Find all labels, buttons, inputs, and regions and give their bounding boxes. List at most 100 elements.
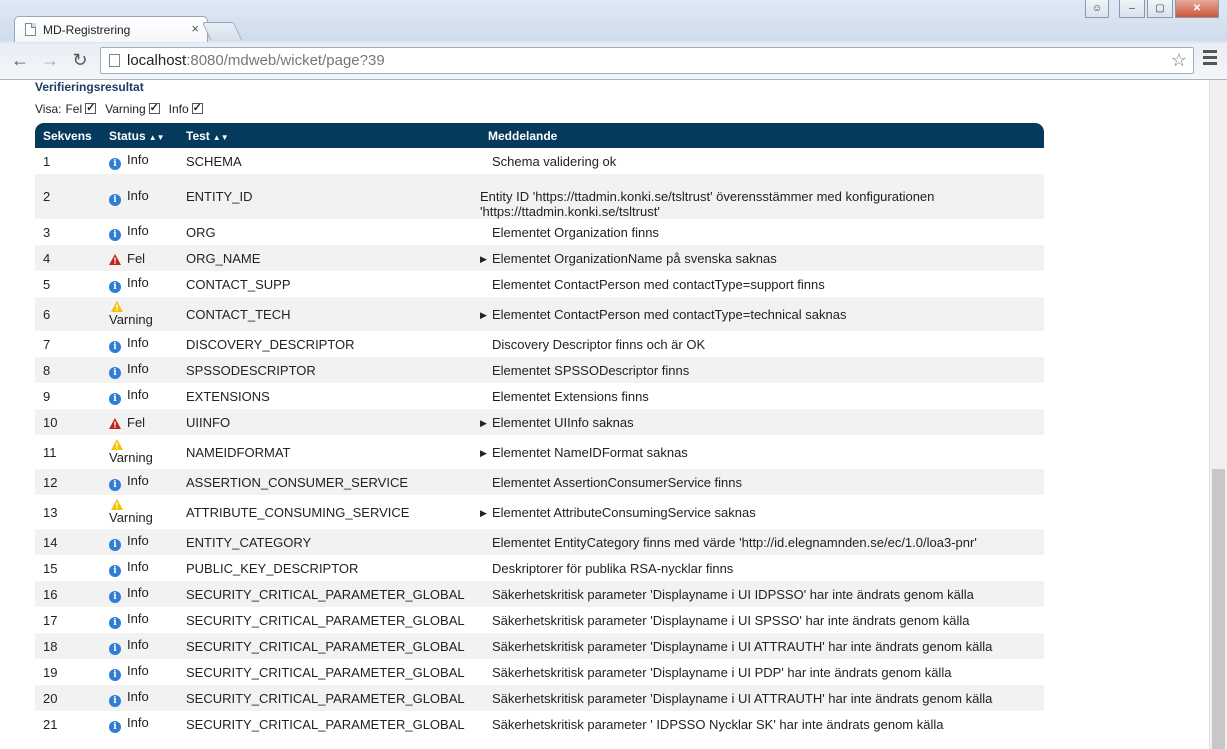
table-row[interactable]: 10 Fel UIINFO ▶ Elementet UIInfo saknas: [35, 409, 1044, 435]
status-text: Varning: [109, 510, 153, 525]
filter-varning-checkbox[interactable]: [148, 101, 160, 114]
status-cell: Fel: [101, 409, 178, 435]
back-button[interactable]: ←: [8, 48, 32, 72]
message-cell[interactable]: ▶ Elementet AttributeConsumingService sak…: [480, 495, 1044, 529]
status-text: Info: [127, 585, 149, 600]
status-cell: i Info: [101, 331, 178, 357]
message-text: Elementet AssertionConsumerService finns: [492, 475, 743, 491]
info-icon: i: [109, 591, 121, 603]
test-cell: SECURITY_CRITICAL_PARAMETER_GLOBAL: [186, 664, 465, 680]
table-row[interactable]: 13 Varning ATTRIBUTE_CONSUMING_SERVICE ▶ Ele…: [35, 495, 1044, 529]
header-seq: Sekvens: [35, 123, 101, 148]
test-cell: ENTITY_ID: [178, 174, 480, 219]
table-row: 15 i Info PUBLIC_KEY_DESCRIPTOR Deskriptorer…: [35, 555, 1044, 581]
seq-cell: 9: [43, 388, 51, 404]
bookmark-star-icon[interactable]: ☆: [1171, 50, 1187, 71]
minimize-button[interactable]: –: [1119, 0, 1145, 18]
table-row[interactable]: 11 Varning NAMEIDFORMAT ▶ Elementet NameIDFo…: [35, 435, 1044, 469]
table-row: 16 i Info SECURITY_CRITICAL_PARAMETER_GLOBA…: [35, 581, 1044, 607]
seq-cell: 3: [43, 224, 51, 240]
error-icon: [109, 253, 121, 265]
test-cell: NAMEIDFORMAT: [186, 444, 291, 460]
expand-arrow-icon[interactable]: ▶: [480, 254, 492, 265]
forward-button[interactable]: →: [38, 48, 62, 72]
expand-arrow-icon[interactable]: ▶: [480, 508, 492, 519]
info-icon: i: [109, 158, 121, 170]
message-cell[interactable]: ▶ Elementet ContactPerson med contactType…: [480, 297, 1044, 331]
status-text: Fel: [127, 414, 146, 430]
message-text: Schema validering ok: [492, 154, 617, 170]
warning-icon: [111, 439, 123, 450]
message-text: Elementet ContactPerson med contactType=…: [492, 307, 847, 323]
message-cell[interactable]: ▶ Elementet UIInfo saknas: [480, 409, 1044, 435]
status-cell: i Info: [101, 529, 178, 555]
reload-button[interactable]: ↻: [68, 48, 92, 72]
test-cell: SECURITY_CRITICAL_PARAMETER_GLOBAL: [178, 685, 480, 711]
status-cell: i Info: [101, 383, 178, 409]
message-text: Elementet EntityCategory finns med värde…: [492, 535, 977, 551]
sort-icon[interactable]: ▲▼: [213, 133, 229, 142]
seq-cell: 15: [43, 560, 58, 576]
seq-cell: 21: [43, 716, 58, 732]
status-cell: i Info: [101, 555, 178, 581]
seq-cell: 8: [35, 357, 101, 383]
seq-cell: 19: [43, 664, 58, 680]
table-row: 2 i Info ENTITY_ID Entity ID 'https://ttadmi…: [35, 174, 1044, 219]
message-cell[interactable]: ▶ Elementet OrganizationName på svenska s…: [480, 245, 1044, 271]
url-text[interactable]: localhost:8080/mdweb/wicket/page?39: [127, 52, 385, 69]
vertical-scrollbar[interactable]: [1209, 80, 1227, 749]
test-cell: UIINFO: [178, 409, 480, 435]
table-row[interactable]: 6 Varning CONTACT_TECH ▶ Elementet ContactPe…: [35, 297, 1044, 331]
message-cell: Säkerhetskritisk parameter 'Displayname …: [480, 659, 1044, 685]
status-cell: i Info: [101, 633, 178, 659]
expand-arrow-icon[interactable]: ▶: [480, 418, 492, 429]
table-row: 14 i Info ENTITY_CATEGORY Elementet EntityCa…: [35, 529, 1044, 555]
seq-cell: 4: [35, 245, 101, 271]
message-text: Säkerhetskritisk parameter ' IDPSSO Nyck…: [492, 717, 944, 733]
table-row[interactable]: 4 Fel ORG_NAME ▶ Elementet OrganizationName …: [35, 245, 1044, 271]
test-cell: ENTITY_CATEGORY: [178, 529, 480, 555]
info-icon: i: [109, 617, 121, 629]
message-text: Elementet ContactPerson med contactType=…: [492, 277, 825, 293]
message-cell: Säkerhetskritisk parameter 'Displayname …: [480, 633, 1044, 659]
browser-tab[interactable]: MD-Registrering ×: [14, 16, 208, 42]
table-row: 1 i Info SCHEMA Schema validering ok: [35, 148, 1044, 174]
address-bar[interactable]: localhost:8080/mdweb/wicket/page?39 ☆: [100, 47, 1194, 74]
message-cell[interactable]: ▶ Elementet NameIDFormat saknas: [480, 435, 1044, 469]
seq-cell: 2: [35, 174, 101, 219]
error-icon: [109, 417, 121, 429]
table-row: 19 i Info SECURITY_CRITICAL_PARAMETER_GLOBA…: [35, 659, 1044, 685]
seq-cell: 20: [35, 685, 101, 711]
status-cell: i Info: [101, 271, 178, 297]
info-icon: i: [109, 393, 121, 405]
user-profile-icon[interactable]: ☺: [1085, 0, 1109, 18]
message-cell: Elementet Extensions finns: [480, 383, 1044, 409]
close-window-button[interactable]: ✕: [1175, 0, 1219, 18]
info-icon: i: [109, 341, 121, 353]
menu-icon[interactable]: [1203, 50, 1217, 68]
test-cell: EXTENSIONS: [186, 388, 270, 404]
scrollbar-thumb[interactable]: [1212, 469, 1225, 749]
filter-fel-checkbox[interactable]: [85, 101, 97, 114]
status-text: Info: [127, 223, 149, 238]
test-cell: ORG_NAME: [178, 245, 480, 271]
close-tab-icon[interactable]: ×: [191, 21, 199, 37]
sort-icon[interactable]: ▲▼: [149, 133, 165, 142]
expand-arrow-icon[interactable]: ▶: [480, 448, 492, 459]
header-test[interactable]: Test ▲▼: [178, 123, 480, 148]
seq-cell: 12: [35, 469, 101, 495]
info-icon: i: [109, 479, 121, 491]
header-status-label: Status: [109, 128, 146, 143]
message-text: Säkerhetskritisk parameter 'Displayname …: [492, 665, 952, 681]
expand-arrow-icon[interactable]: ▶: [480, 310, 492, 321]
maximize-button[interactable]: ▢: [1147, 0, 1173, 18]
seq-cell: 17: [43, 612, 58, 628]
message-text: Elementet OrganizationName på svenska sa…: [492, 251, 777, 267]
filter-info-checkbox[interactable]: [191, 101, 203, 114]
message-text: Säkerhetskritisk parameter 'Displayname …: [492, 613, 970, 629]
page-icon: [109, 54, 120, 67]
status-cell: Varning: [101, 297, 178, 331]
message-cell: Säkerhetskritisk parameter 'Displayname …: [480, 607, 1044, 633]
header-status[interactable]: Status ▲▼: [101, 123, 178, 148]
status-cell: i Info: [101, 219, 178, 245]
